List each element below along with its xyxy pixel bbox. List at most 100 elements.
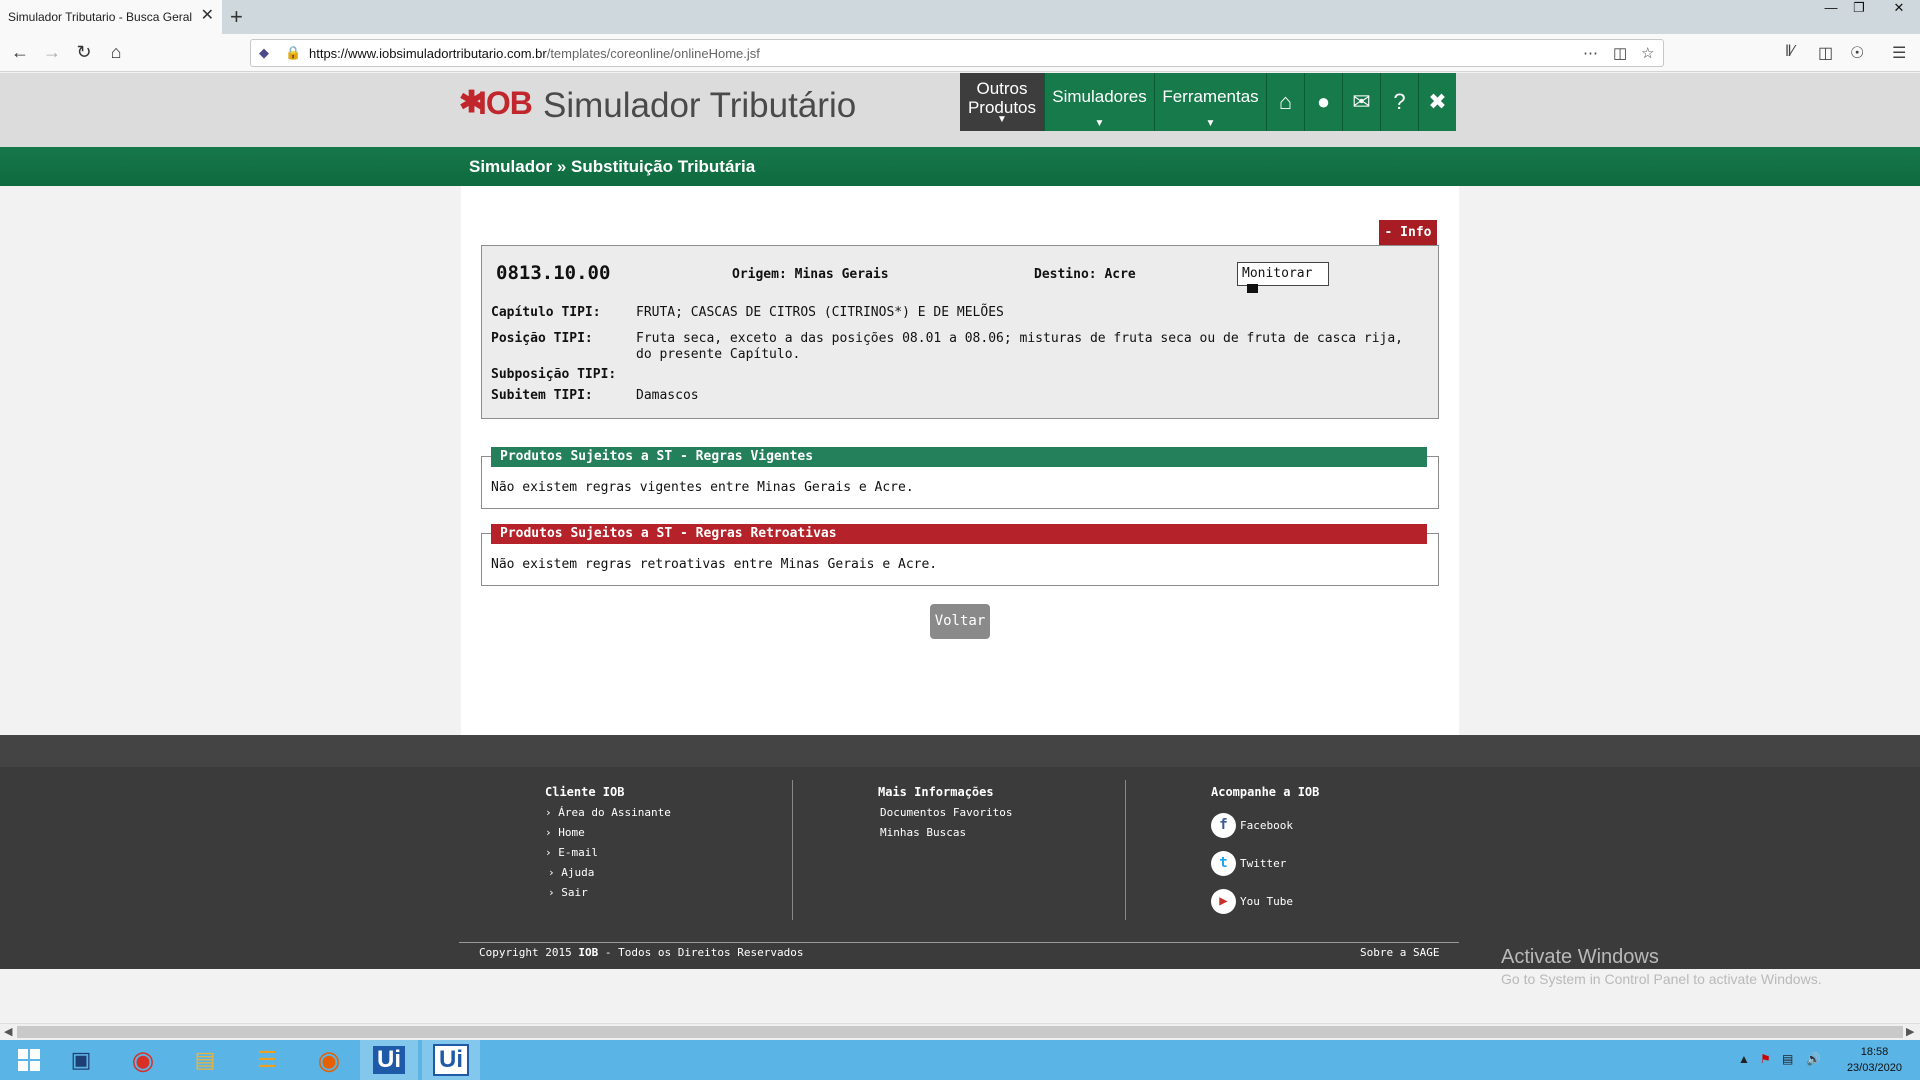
forward-icon[interactable]: →: [40, 42, 64, 63]
scroll-right-icon[interactable]: ▶: [1906, 1025, 1914, 1038]
row-label: Posição TIPI:: [491, 331, 593, 346]
social-label: Twitter: [1240, 856, 1287, 870]
social-label: Facebook: [1240, 818, 1293, 832]
row-label: Subitem TIPI:: [491, 388, 593, 403]
link-label: Ajuda: [561, 866, 595, 879]
footer-link-home[interactable]: › Home: [545, 826, 671, 846]
footer-link-email[interactable]: › E-mail: [545, 846, 671, 866]
footer-link-minhas-buscas[interactable]: Minhas Buscas: [878, 826, 1012, 846]
firefox-icon[interactable]: ◉: [300, 1040, 358, 1080]
app-stripes-icon[interactable]: ☰: [238, 1040, 296, 1080]
file-explorer-icon[interactable]: ▤: [176, 1040, 234, 1080]
footer-acompanhe-column: Acompanhe a IOB f Facebook t Twitter ▶ Y…: [1211, 785, 1319, 920]
footer-link-ajuda[interactable]: › Ajuda: [545, 866, 671, 886]
monitorar-button[interactable]: Monitorar: [1237, 262, 1329, 293]
breadcrumb-bar: Simulador » Substituição Tributária: [0, 147, 1920, 186]
window-close-button[interactable]: ✕: [1886, 0, 1912, 18]
scroll-left-icon[interactable]: ◀: [4, 1025, 12, 1038]
social-facebook[interactable]: f Facebook: [1211, 806, 1319, 844]
url-text[interactable]: https://www.iobsimuladortributario.com.b…: [309, 46, 760, 61]
start-button[interactable]: [0, 1040, 58, 1080]
new-tab-button[interactable]: +: [230, 4, 243, 30]
user-icon[interactable]: ●: [1304, 73, 1342, 131]
uipath-studio-icon[interactable]: Ui: [422, 1040, 480, 1080]
page-actions-icon[interactable]: ⋯: [1583, 44, 1598, 62]
browser-tab[interactable]: Simulador Tributario - Busca Geral ✕: [0, 0, 222, 34]
tab-close-icon[interactable]: ✕: [201, 8, 214, 24]
origem-label: Origem: Minas Gerais: [732, 267, 889, 282]
tracking-shield-icon[interactable]: ◆: [259, 45, 269, 61]
footer-link-area-assinante[interactable]: › Área do Assinante: [545, 806, 671, 826]
chrome-icon[interactable]: ◉: [114, 1040, 172, 1080]
camera-icon: [1247, 284, 1258, 293]
reload-icon[interactable]: ↻: [72, 42, 96, 63]
social-label: You Tube: [1240, 894, 1293, 908]
footer-divider: [1125, 780, 1126, 920]
row-value: [636, 367, 1421, 382]
clock-date: 23/03/2020: [1846, 1062, 1902, 1074]
activate-windows-watermark: Activate Windows Go to System in Control…: [1501, 946, 1822, 987]
rules-retroativas-panel: Produtos Sujeitos a ST - Regras Retroati…: [481, 524, 1439, 586]
pocket-icon[interactable]: ◫: [1613, 44, 1627, 62]
scrollbar-thumb[interactable]: [17, 1026, 1903, 1038]
rules-retroativas-header: Produtos Sujeitos a ST - Regras Retroati…: [491, 524, 1427, 544]
clock-time: 18:58: [1860, 1046, 1889, 1058]
home-icon[interactable]: ⌂: [1266, 73, 1304, 131]
restore-button[interactable]: ❐: [1846, 0, 1872, 18]
top-navigation: Outros Produtos ▼ Simuladores ▼ Ferramen…: [960, 73, 1456, 131]
nav-outros-produtos[interactable]: Outros Produtos ▼: [960, 73, 1044, 131]
windows-taskbar: ▣ ◉ ▤ ☰ ◉ Ui Ui ▲ ⚑ ▤ 🔊 18:58 23/03/2020: [0, 1040, 1920, 1080]
ncm-code: 0813.10.00: [496, 262, 611, 284]
social-youtube[interactable]: ▶ You Tube: [1211, 882, 1319, 920]
nav-simuladores[interactable]: Simuladores ▼: [1044, 73, 1154, 131]
rules-vigentes-panel: Produtos Sujeitos a ST - Regras Vigentes…: [481, 447, 1439, 509]
watermark-line1: Activate Windows: [1501, 946, 1659, 968]
subposicao-row: Subposição TIPI:: [491, 367, 1421, 382]
lock-icon[interactable]: 🔒: [285, 45, 301, 61]
social-twitter[interactable]: t Twitter: [1211, 844, 1319, 882]
copyright-brand: IOB: [578, 946, 599, 959]
browser-navbar: ← → ↻ ⌂ ◆ 🔒 https://www.iobsimuladortrib…: [0, 34, 1920, 72]
uipath-icon[interactable]: Ui: [360, 1040, 418, 1080]
footer-link-documentos-favoritos[interactable]: Documentos Favoritos: [878, 806, 1012, 826]
tray-chevron-icon[interactable]: ▲: [1738, 1052, 1750, 1066]
url-bar[interactable]: ◆ 🔒 https://www.iobsimuladortributario.c…: [250, 39, 1664, 67]
info-toggle-button[interactable]: - Info: [1379, 220, 1437, 245]
library-icon[interactable]: ‖∕: [1785, 43, 1794, 61]
nav-ferramentas[interactable]: Ferramentas ▼: [1154, 73, 1266, 131]
system-clock[interactable]: 18:58 23/03/2020: [1847, 1044, 1902, 1076]
network-icon[interactable]: ▤: [1782, 1052, 1793, 1066]
footer-cliente-title: Cliente IOB: [545, 785, 625, 799]
help-icon[interactable]: ?: [1380, 73, 1418, 131]
row-value: Damascos: [636, 388, 699, 403]
url-host: https://www.iobsimuladortributario.com.b…: [309, 46, 547, 61]
horizontal-scrollbar[interactable]: ◀ ▶: [0, 1023, 1920, 1040]
site-footer: Cliente IOB › Área do Assinante › Home ›…: [0, 735, 1920, 969]
watermark-line2: Go to System in Control Panel to activat…: [1501, 971, 1822, 987]
footer-cliente-column: Cliente IOB › Área do Assinante › Home ›…: [545, 785, 671, 906]
server-manager-icon[interactable]: ▣: [52, 1040, 110, 1080]
account-icon[interactable]: ☉: [1850, 43, 1864, 63]
facebook-icon: f: [1211, 812, 1236, 838]
mail-icon[interactable]: ✉: [1342, 73, 1380, 131]
bookmark-star-icon[interactable]: ☆: [1641, 44, 1654, 62]
sidebar-icon[interactable]: ◫: [1818, 43, 1833, 63]
copyright: Copyright 2015 IOB - Todos os Direitos R…: [479, 946, 804, 959]
back-icon[interactable]: ←: [8, 42, 32, 63]
sobre-sage-link[interactable]: Sobre a SAGE: [1360, 946, 1439, 959]
flag-icon[interactable]: ⚑: [1760, 1052, 1771, 1066]
link-label: Sair: [561, 886, 588, 899]
voltar-button[interactable]: Voltar: [930, 604, 990, 639]
logo[interactable]: IOB: [478, 85, 533, 122]
minimize-button[interactable]: —: [1818, 0, 1844, 18]
chevron-down-icon: ▼: [1205, 118, 1216, 129]
close-icon[interactable]: ✖: [1418, 73, 1456, 131]
breadcrumb: Simulador » Substituição Tributária: [469, 157, 756, 176]
volume-icon[interactable]: 🔊: [1806, 1052, 1821, 1066]
chevron-down-icon: ▼: [997, 114, 1007, 125]
home-browser-icon[interactable]: ⌂: [104, 42, 128, 63]
footer-link-sair[interactable]: › Sair: [545, 886, 671, 906]
menu-icon[interactable]: ☰: [1892, 43, 1906, 63]
main-content: - Info 0813.10.00 Origem: Minas Gerais D…: [461, 186, 1459, 735]
row-label: Capítulo TIPI:: [491, 305, 601, 320]
